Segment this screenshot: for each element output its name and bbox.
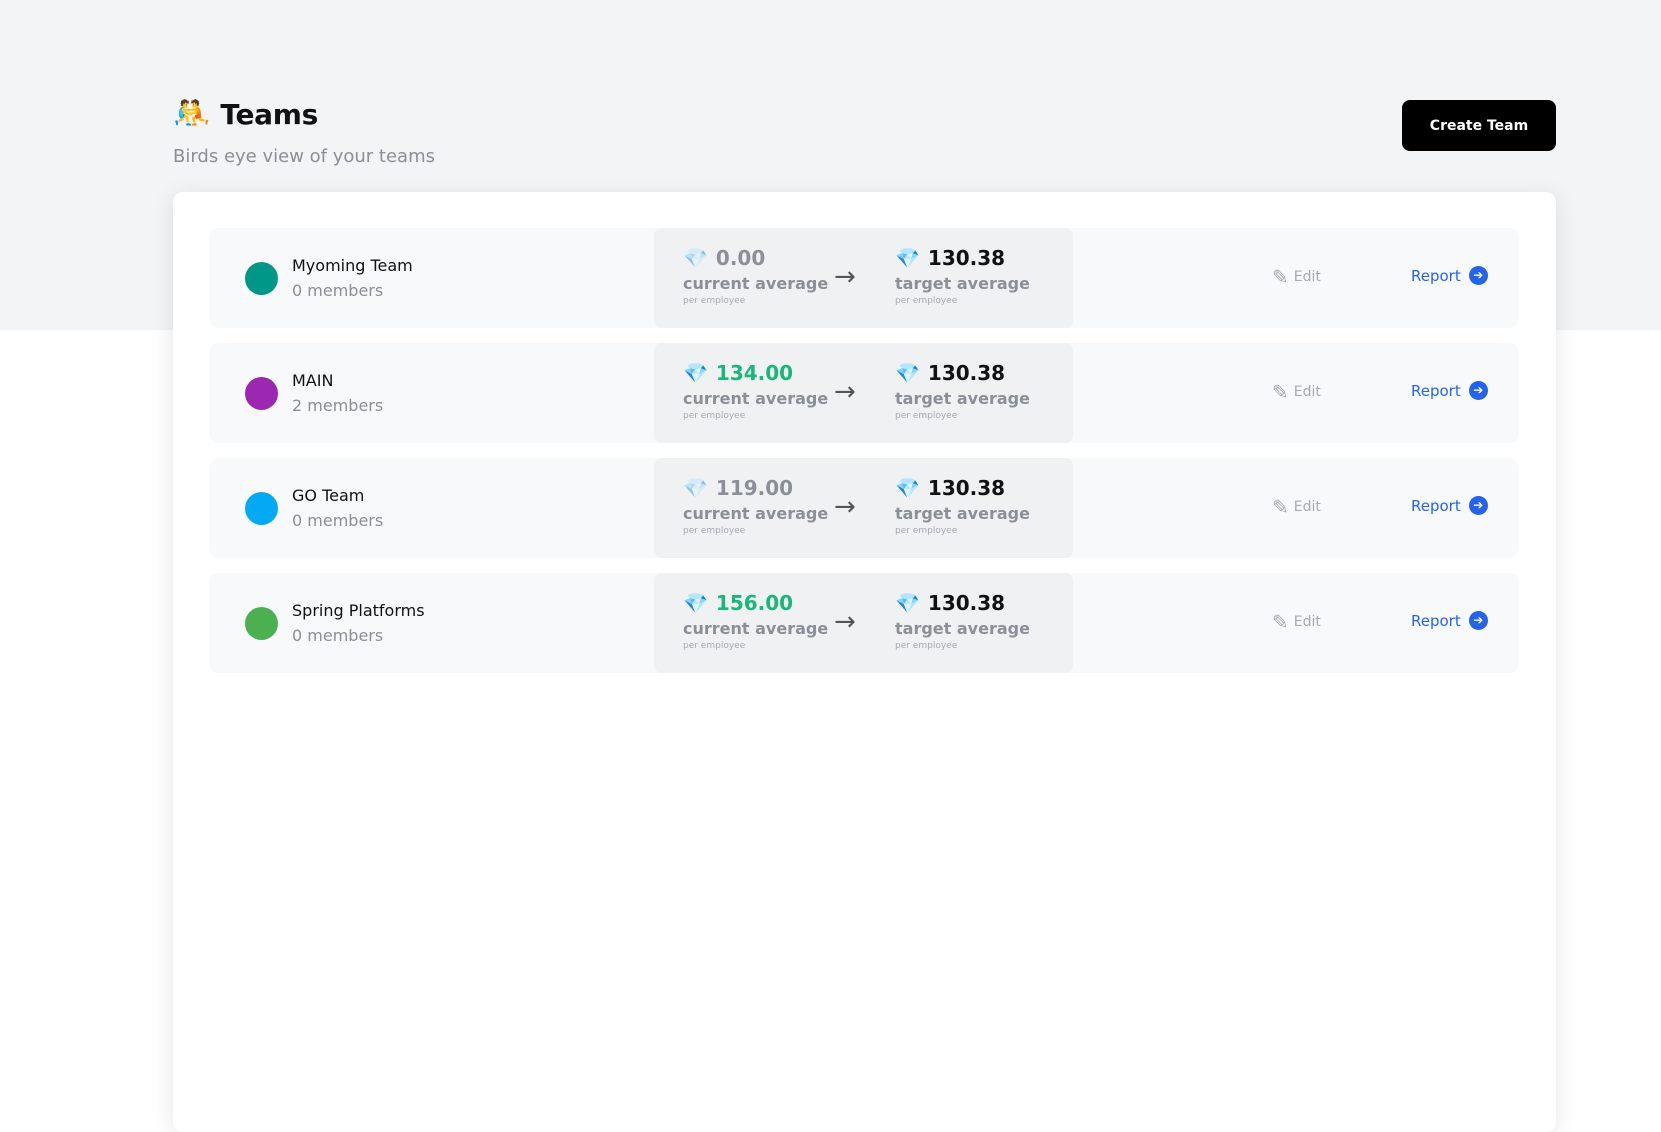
team-members-count: 0 members (292, 511, 384, 530)
team-color-dot (245, 262, 278, 295)
team-name: MAIN (292, 371, 334, 390)
team-stats: 💎 0.00 current average per employee → 💎 … (654, 228, 1073, 328)
current-average-label: current average (683, 389, 829, 408)
wrestlers-icon: 🤼 (173, 96, 211, 131)
team-name: Spring Platforms (292, 601, 425, 620)
current-average-label: current average (683, 504, 829, 523)
edit-icon: ✎ (1272, 380, 1289, 404)
per-employee-label: per employee (683, 411, 746, 421)
edit-team-button[interactable]: ✎ Edit (1272, 496, 1321, 518)
current-average-label: current average (683, 274, 829, 293)
team-members-count: 0 members (292, 281, 384, 300)
current-average-stat: 💎 0.00 current average per employee (683, 242, 828, 306)
team-color-dot (245, 492, 278, 525)
target-average-stat: 💎 130.38 target average per employee (895, 472, 1030, 536)
report-link[interactable]: Report ➔ (1411, 381, 1488, 400)
current-average-stat: 💎 156.00 current average per employee (683, 587, 828, 651)
arrow-right-icon: → (834, 492, 856, 522)
team-row: MAIN 2 members 💎 134.00 current average … (209, 343, 1519, 443)
edit-label: Edit (1293, 384, 1321, 400)
per-employee-label: per employee (683, 641, 746, 651)
per-employee-label: per employee (683, 296, 746, 306)
create-team-button[interactable]: Create Team (1402, 100, 1556, 151)
report-label: Report (1411, 381, 1461, 400)
teams-card: Myoming Team 0 members 💎 0.00 current av… (173, 192, 1556, 1132)
report-link[interactable]: Report ➔ (1411, 611, 1488, 630)
team-name: GO Team (292, 486, 365, 505)
title-row: 🤼 Teams (173, 96, 1556, 132)
page-header: 🤼 Teams Birds eye view of your teams Cre… (173, 96, 1556, 176)
arrow-circle-right-icon: ➔ (1468, 381, 1488, 400)
current-average-value: 119.00 (715, 476, 794, 500)
gem-icon: 💎 (895, 591, 920, 615)
target-average-stat: 💎 130.38 target average per employee (895, 587, 1030, 651)
target-average-label: target average (895, 274, 1030, 293)
per-employee-label: per employee (895, 641, 958, 651)
arrow-right-icon: → (834, 262, 856, 292)
per-employee-label: per employee (683, 526, 746, 536)
target-average-stat: 💎 130.38 target average per employee (895, 242, 1030, 306)
gem-icon: 💎 (683, 361, 708, 385)
arrow-circle-right-icon: ➔ (1468, 266, 1488, 285)
edit-team-button[interactable]: ✎ Edit (1272, 381, 1321, 403)
arrow-circle-right-icon: ➔ (1468, 496, 1488, 515)
current-average-value: 0.00 (715, 246, 766, 270)
per-employee-label: per employee (895, 526, 958, 536)
gem-icon: 💎 (895, 246, 920, 270)
gem-icon: 💎 (895, 476, 920, 500)
team-name: Myoming Team (292, 256, 413, 275)
current-average-value: 156.00 (715, 591, 794, 615)
team-stats: 💎 134.00 current average per employee → … (654, 343, 1073, 443)
arrow-right-icon: → (834, 607, 856, 637)
per-employee-label: per employee (895, 296, 958, 306)
edit-icon: ✎ (1272, 265, 1289, 289)
gem-icon: 💎 (895, 361, 920, 385)
page-subtitle: Birds eye view of your teams (173, 146, 435, 167)
target-average-label: target average (895, 389, 1030, 408)
report-link[interactable]: Report ➔ (1411, 496, 1488, 515)
target-average-value: 130.38 (927, 591, 1006, 615)
team-row: GO Team 0 members 💎 119.00 current avera… (209, 458, 1519, 558)
arrow-right-icon: → (834, 377, 856, 407)
per-employee-label: per employee (895, 411, 958, 421)
teams-list: Myoming Team 0 members 💎 0.00 current av… (209, 228, 1519, 688)
gem-icon: 💎 (683, 246, 708, 270)
edit-team-button[interactable]: ✎ Edit (1272, 611, 1321, 633)
team-color-dot (245, 377, 278, 410)
report-label: Report (1411, 496, 1461, 515)
target-average-stat: 💎 130.38 target average per employee (895, 357, 1030, 421)
edit-label: Edit (1293, 614, 1321, 630)
arrow-circle-right-icon: ➔ (1468, 611, 1488, 630)
edit-label: Edit (1293, 499, 1321, 515)
edit-icon: ✎ (1272, 610, 1289, 634)
edit-team-button[interactable]: ✎ Edit (1272, 266, 1321, 288)
gem-icon: 💎 (683, 476, 708, 500)
team-members-count: 2 members (292, 396, 384, 415)
team-row: Myoming Team 0 members 💎 0.00 current av… (209, 228, 1519, 328)
report-link[interactable]: Report ➔ (1411, 266, 1488, 285)
target-average-value: 130.38 (927, 361, 1006, 385)
team-color-dot (245, 607, 278, 640)
edit-label: Edit (1293, 269, 1321, 285)
target-average-label: target average (895, 504, 1030, 523)
current-average-value: 134.00 (715, 361, 794, 385)
current-average-label: current average (683, 619, 829, 638)
edit-icon: ✎ (1272, 495, 1289, 519)
page-title: Teams (220, 97, 318, 131)
current-average-stat: 💎 119.00 current average per employee (683, 472, 828, 536)
target-average-value: 130.38 (927, 246, 1006, 270)
target-average-value: 130.38 (927, 476, 1006, 500)
current-average-stat: 💎 134.00 current average per employee (683, 357, 828, 421)
team-stats: 💎 156.00 current average per employee → … (654, 573, 1073, 673)
target-average-label: target average (895, 619, 1030, 638)
team-row: Spring Platforms 0 members 💎 156.00 curr… (209, 573, 1519, 673)
team-stats: 💎 119.00 current average per employee → … (654, 458, 1073, 558)
report-label: Report (1411, 266, 1461, 285)
report-label: Report (1411, 611, 1461, 630)
gem-icon: 💎 (683, 591, 708, 615)
team-members-count: 0 members (292, 626, 384, 645)
